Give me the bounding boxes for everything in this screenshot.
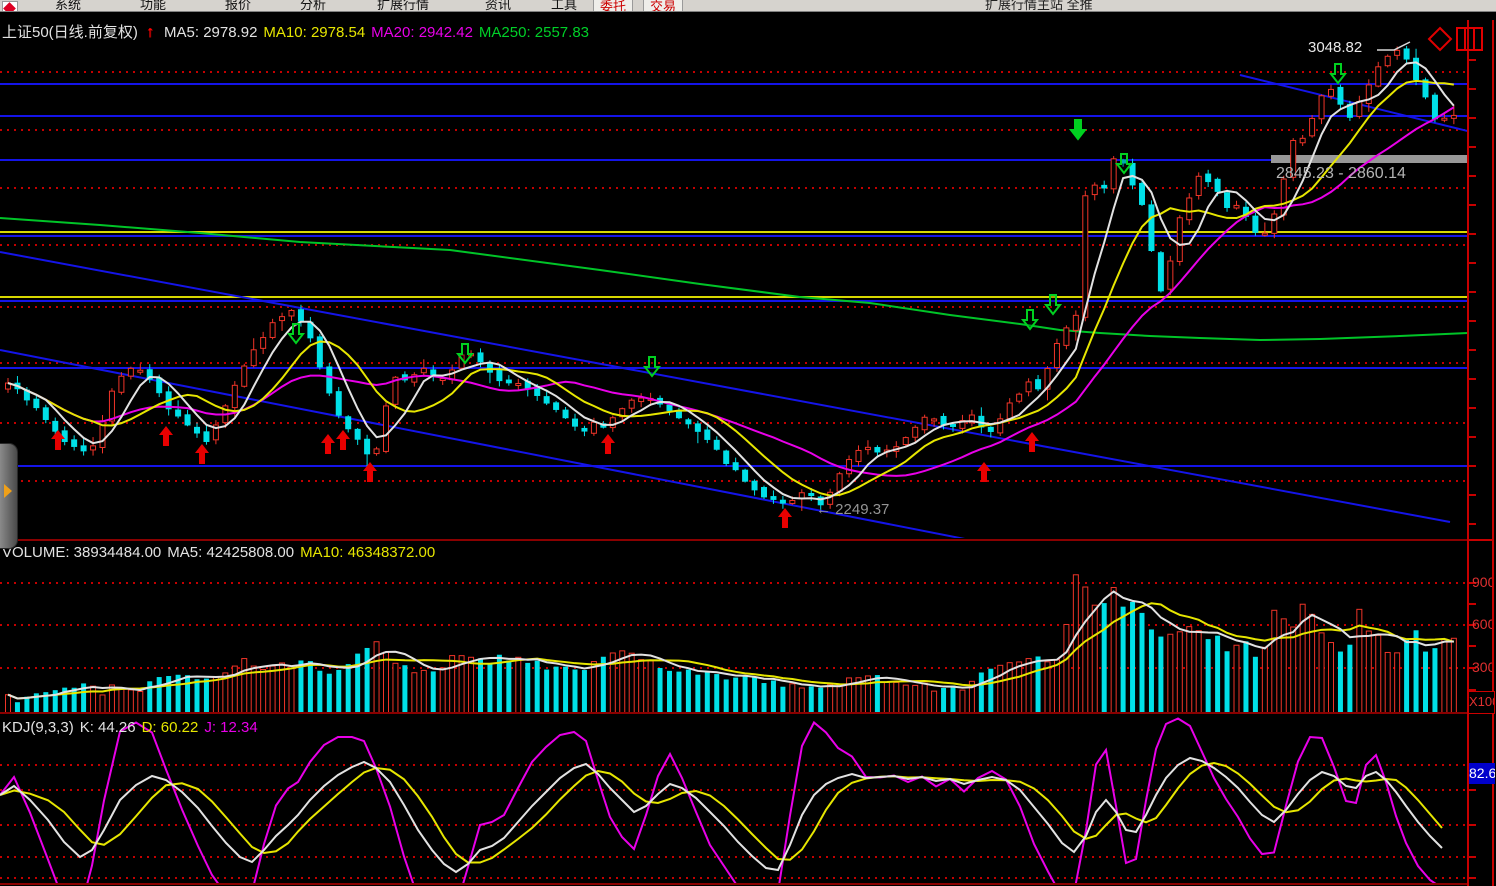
- menu-item[interactable]: 系统: [55, 0, 81, 12]
- chart-title: 上证50(日线.前复权): [2, 24, 138, 41]
- app-logo-icon: [2, 1, 18, 12]
- volume-header: VOLUME: 38934484.00 MA5: 42425808.00 MA10:…: [2, 544, 441, 561]
- menu-item[interactable]: 资讯: [485, 0, 511, 12]
- menu-item[interactable]: 分析: [300, 0, 326, 12]
- menu-bar: 扩展行情主站 全推 系统 功能 报价 分析 扩展行情 资讯 工具 委托交易: [0, 0, 1496, 12]
- diamond-icon: [1429, 28, 1451, 50]
- low-price-label: ← 2249.37: [816, 501, 889, 518]
- kdj-header: KDJ(9,3,3) K: 44.26 D: 60.22 J: 12.34: [2, 719, 264, 736]
- menu-item-highlighted[interactable]: 交易: [643, 0, 683, 12]
- legend-item: D: 60.22: [142, 719, 199, 736]
- legend-item: KDJ(9,3,3): [2, 719, 74, 736]
- legend-item: MA10: 2978.54: [263, 24, 365, 41]
- trading-app: 扩展行情主站 全推 系统 功能 报价 分析 扩展行情 资讯 工具 委托交易 上证50(日线.前…: [0, 0, 1496, 886]
- legend-item: K: 44.26: [80, 719, 136, 736]
- menu-status-text: 扩展行情主站 全推: [985, 0, 1093, 12]
- legend-item: MA20: 2942.42: [371, 24, 473, 41]
- up-arrow-icon: ↑: [146, 24, 154, 41]
- menu-item[interactable]: 工具: [551, 0, 577, 12]
- legend-item: MA250: 2557.83: [479, 24, 589, 41]
- menu-item-highlighted[interactable]: 委托: [593, 0, 633, 12]
- chart-canvas[interactable]: [0, 0, 1496, 886]
- legend-item: MA10: 46348372.00: [300, 544, 435, 561]
- gap-range-label: 2845.23 - 2860.14: [1276, 165, 1406, 183]
- main-chart-header: 上证50(日线.前复权) ↑ MA5: 2978.92 MA10: 2978.54 M…: [2, 21, 595, 42]
- split-view-icon: [1457, 28, 1482, 50]
- volume-axis-label: 3000: [1472, 659, 1492, 675]
- legend-item: J: 12.34: [204, 719, 257, 736]
- volume-unit-label: X10000: [1468, 691, 1495, 714]
- panel-expander[interactable]: [0, 443, 18, 549]
- menu-item[interactable]: 报价: [225, 0, 251, 12]
- menu-item[interactable]: 功能: [140, 0, 166, 12]
- expand-arrow-icon: [4, 484, 12, 498]
- volume-axis-label: 6000: [1472, 616, 1492, 632]
- legend-item: MA5: 42425808.00: [167, 544, 294, 561]
- kdj-axis-tag: 82.6: [1469, 763, 1495, 784]
- legend-item: VOLUME: 38934484.00: [2, 544, 161, 561]
- volume-axis-label: 9000: [1472, 574, 1492, 590]
- peak-price-label: 3048.82: [1308, 39, 1362, 56]
- menu-item[interactable]: 扩展行情: [377, 0, 429, 12]
- legend-item: MA5: 2978.92: [164, 24, 257, 41]
